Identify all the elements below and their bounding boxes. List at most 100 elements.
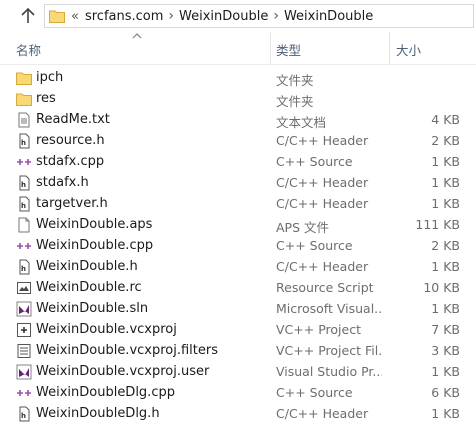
address-bar-area: « srcfans.com › WeixinDouble › WeixinDou…: [0, 0, 476, 32]
header-file-icon: h: [19, 175, 30, 191]
file-size: 10 KB: [423, 280, 460, 295]
file-name[interactable]: WeixinDoubleDlg.cpp: [36, 385, 175, 400]
file-row[interactable]: h WeixinDoubleDlg.h C/C++ Header 1 KB: [0, 404, 476, 425]
file-type: C++ Source: [276, 385, 353, 400]
file-row[interactable]: WeixinDouble.aps APS 文件 111 KB: [0, 215, 476, 236]
file-row[interactable]: h resource.h C/C++ Header 2 KB: [0, 131, 476, 152]
file-size: 111 KB: [415, 217, 460, 232]
folder-icon: [49, 10, 65, 23]
file-name[interactable]: WeixinDouble.vcxproj.filters: [36, 343, 218, 358]
svg-text:h: h: [21, 202, 26, 210]
file-size: 1 KB: [431, 196, 460, 211]
user-file-icon: [16, 364, 32, 380]
filters-file-icon: [17, 344, 31, 358]
column-header: 名称 类型 大小: [0, 32, 476, 65]
column-divider[interactable]: [270, 32, 271, 64]
file-name[interactable]: stdafx.cpp: [36, 154, 104, 169]
file-size: 6 KB: [431, 385, 460, 400]
file-name[interactable]: WeixinDouble.vcxproj.user: [36, 364, 209, 379]
cpp-file-icon: [17, 243, 31, 249]
file-type: 文本文档: [276, 115, 327, 130]
column-type-header[interactable]: 类型: [276, 40, 301, 59]
file-type: Microsoft Visual...: [276, 301, 382, 316]
file-row[interactable]: h stdafx.h C/C++ Header 1 KB: [0, 173, 476, 194]
file-name[interactable]: ipch: [36, 70, 63, 85]
file-type: VC++ Project Fil...: [276, 343, 382, 358]
column-size-header[interactable]: 大小: [396, 40, 421, 59]
file-type: C/C++ Header: [276, 406, 369, 421]
file-name[interactable]: WeixinDouble.h: [36, 259, 138, 274]
svg-text:h: h: [21, 265, 26, 273]
folder-icon: [16, 72, 32, 85]
file-row[interactable]: h WeixinDouble.h C/C++ Header 1 KB: [0, 257, 476, 278]
file-type: C++ Source: [276, 238, 353, 253]
blank-file-icon: [18, 217, 30, 233]
file-row[interactable]: WeixinDouble.vcxproj.user Visual Studio P…: [0, 362, 476, 383]
breadcrumb-weixindouble-parent[interactable]: WeixinDouble: [179, 9, 268, 24]
sort-ascending-icon: [132, 33, 142, 39]
file-type: APS 文件: [276, 220, 329, 235]
file-name[interactable]: WeixinDouble.sln: [36, 301, 148, 316]
file-size: 1 KB: [431, 175, 460, 190]
file-name[interactable]: WeixinDoubleDlg.h: [36, 406, 160, 421]
breadcrumb-separator-icon[interactable]: ›: [168, 8, 174, 24]
file-row[interactable]: WeixinDouble.cpp C++ Source 2 KB: [0, 236, 476, 257]
file-size: 3 KB: [431, 343, 460, 358]
file-type: Resource Script: [276, 280, 374, 295]
file-type: C/C++ Header: [276, 259, 369, 274]
file-row[interactable]: WeixinDouble.vcxproj VC++ Project 7 KB: [0, 320, 476, 341]
file-type: Visual Studio Pr...: [276, 364, 382, 379]
file-name[interactable]: targetver.h: [36, 196, 108, 211]
column-name-header[interactable]: 名称: [16, 40, 41, 59]
column-divider[interactable]: [389, 32, 390, 64]
svg-text:h: h: [21, 139, 26, 147]
solution-file-icon: [16, 301, 32, 317]
cpp-file-icon: [17, 159, 31, 165]
file-type: C/C++ Header: [276, 175, 369, 190]
file-row[interactable]: WeixinDouble.sln Microsoft Visual... 1 KB: [0, 299, 476, 320]
file-size: 1 KB: [431, 154, 460, 169]
file-row[interactable]: WeixinDouble.vcxproj.filters VC++ Project…: [0, 341, 476, 362]
file-size: 2 KB: [431, 133, 460, 148]
file-name[interactable]: WeixinDouble.vcxproj: [36, 322, 177, 337]
file-type: C++ Source: [276, 154, 353, 169]
file-type: 文件夹: [276, 94, 314, 109]
file-type: C/C++ Header: [276, 196, 369, 211]
file-row[interactable]: ReadMe.txt 文本文档 4 KB: [0, 110, 476, 131]
file-name[interactable]: WeixinDouble.aps: [36, 217, 152, 232]
cpp-file-icon: [17, 390, 31, 396]
overflow-chevron-icon[interactable]: «: [71, 9, 79, 24]
file-size: 1 KB: [431, 406, 460, 421]
file-name[interactable]: WeixinDouble.cpp: [36, 238, 153, 253]
file-row[interactable]: h targetver.h C/C++ Header 1 KB: [0, 194, 476, 215]
file-row[interactable]: WeixinDoubleDlg.cpp C++ Source 6 KB: [0, 383, 476, 404]
header-file-icon: h: [19, 406, 30, 422]
file-name[interactable]: res: [36, 91, 56, 106]
file-name[interactable]: ReadMe.txt: [36, 112, 110, 127]
address-bar[interactable]: « srcfans.com › WeixinDouble › WeixinDou…: [44, 4, 474, 28]
file-row[interactable]: res 文件夹: [0, 89, 476, 110]
file-size: 1 KB: [431, 301, 460, 316]
file-name[interactable]: WeixinDouble.rc: [36, 280, 142, 295]
breadcrumb-srcfans[interactable]: srcfans.com: [85, 9, 163, 24]
file-type: C/C++ Header: [276, 133, 369, 148]
file-name[interactable]: resource.h: [36, 133, 105, 148]
file-name[interactable]: stdafx.h: [36, 175, 89, 190]
header-file-icon: h: [19, 133, 30, 149]
file-row[interactable]: ipch 文件夹: [0, 68, 476, 89]
file-list: ipch 文件夹 res 文件夹 ReadMe.txt 文本文档 4 KB h resource…: [0, 68, 476, 425]
file-size: 1 KB: [431, 259, 460, 274]
file-row[interactable]: WeixinDouble.rc Resource Script 10 KB: [0, 278, 476, 299]
up-arrow-icon[interactable]: [18, 6, 38, 26]
file-type: VC++ Project: [276, 322, 361, 337]
breadcrumb-weixindouble-current[interactable]: WeixinDouble: [284, 9, 373, 24]
folder-icon: [16, 93, 32, 106]
vcxproj-file-icon: [17, 323, 31, 337]
header-file-icon: h: [19, 259, 30, 275]
header-file-icon: h: [19, 196, 30, 212]
file-size: 4 KB: [431, 112, 460, 127]
breadcrumb-separator-icon[interactable]: ›: [273, 8, 279, 24]
svg-text:h: h: [21, 181, 26, 189]
file-type: 文件夹: [276, 73, 314, 88]
file-row[interactable]: stdafx.cpp C++ Source 1 KB: [0, 152, 476, 173]
